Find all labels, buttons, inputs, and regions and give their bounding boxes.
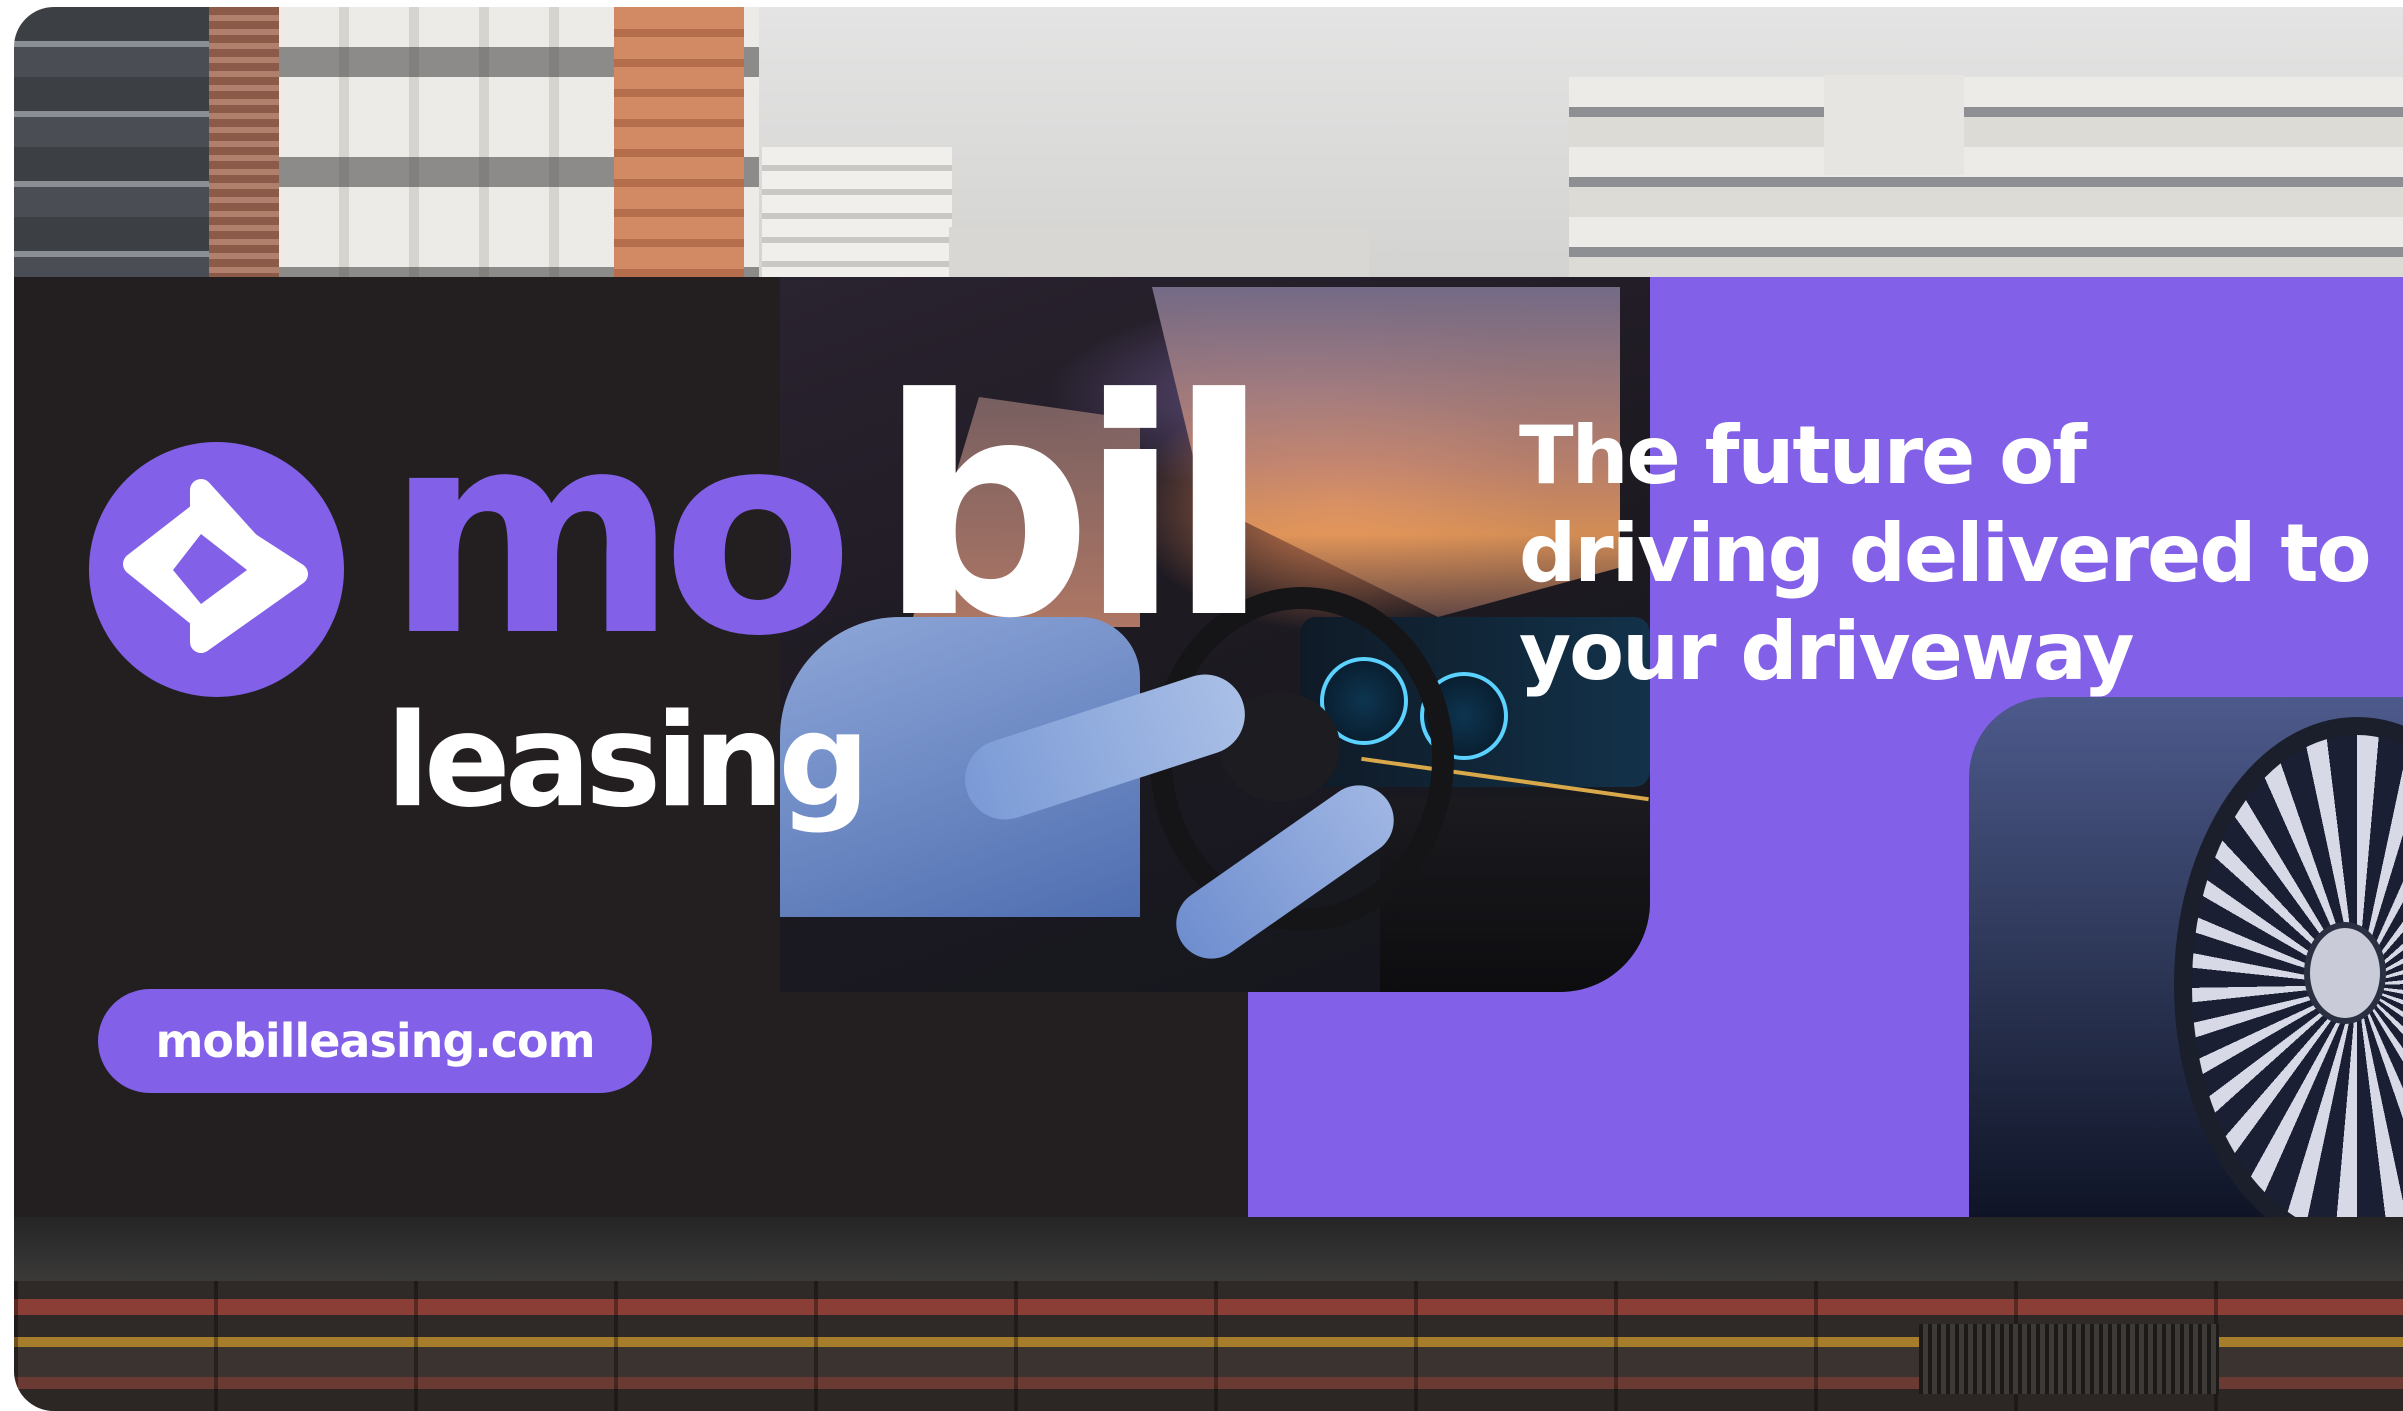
mobil-logo-icon bbox=[89, 442, 344, 697]
wheel-badge-icon bbox=[2304, 922, 2386, 1024]
logo-mark bbox=[123, 479, 308, 653]
drain-grate bbox=[1919, 1324, 2219, 1394]
building-right bbox=[1569, 77, 2403, 277]
building-middle-low bbox=[949, 227, 1369, 277]
brand-wordmark-bil: bil bbox=[878, 335, 1270, 684]
brand-wordmark-leasing: leasing bbox=[386, 687, 870, 836]
photo-frame: mo bil leasing The future of driving del… bbox=[14, 7, 2403, 1411]
building-right-tower bbox=[1824, 75, 1964, 175]
headline: The future of driving delivered to your … bbox=[1519, 409, 2372, 698]
building-middle bbox=[762, 147, 952, 277]
billboard-base bbox=[14, 1217, 2403, 1281]
website-link[interactable]: mobilleasing.com bbox=[98, 989, 652, 1093]
building-left-facade bbox=[209, 7, 279, 277]
car-wheel-photo bbox=[1969, 697, 2403, 1217]
building-left bbox=[14, 7, 209, 277]
building-tower-edge bbox=[614, 7, 744, 277]
brand-wordmark-mo: mo bbox=[386, 372, 854, 698]
